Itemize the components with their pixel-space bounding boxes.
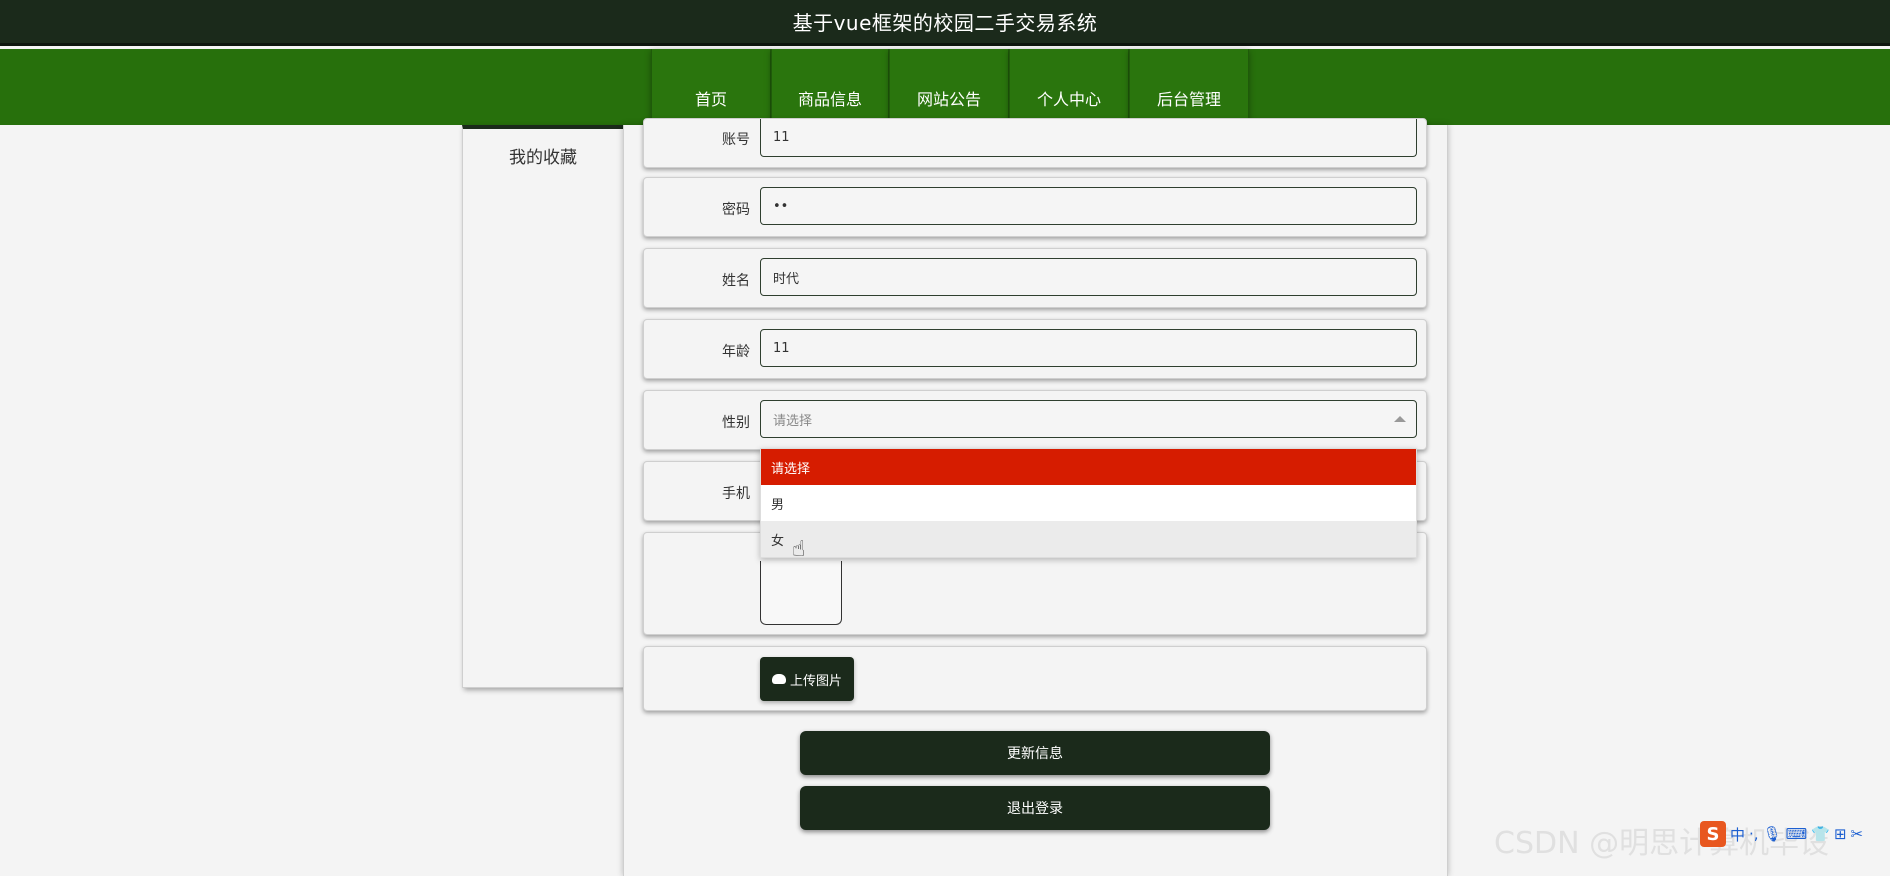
ime-keyboard-icon[interactable]: ⌨ [1786,825,1808,843]
gender-label: 性别 [722,415,750,431]
age-row: 年龄 11 [643,319,1427,379]
nav-item-announcements[interactable]: 网站公告 [889,49,1009,125]
ime-voice-icon[interactable]: 🎙 [1763,825,1782,843]
upload-image-label: 上传图片 [789,673,842,689]
ime-chinese-mode-icon[interactable]: 中 [1730,824,1745,845]
phone-label: 手机 [722,486,750,502]
sidebar: 我的收藏 [462,125,624,688]
update-info-button[interactable]: 更新信息 [800,731,1270,775]
gender-row: 性别 请选择 [643,390,1427,450]
account-label: 账号 [722,132,750,148]
ime-toolbox-icon[interactable]: ⊞ [1834,825,1847,843]
top-header: 基于vue框架的校园二手交易系统 [0,0,1890,46]
name-row: 姓名 时代 [643,248,1427,308]
cloud-upload-icon [771,674,786,684]
password-row: 密码 •• [643,177,1427,237]
gender-option-female[interactable]: 女 [761,521,1416,557]
nav-item-products[interactable]: 商品信息 [771,49,889,125]
password-value: •• [773,198,789,214]
account-row: 账号 11 [643,118,1427,168]
gender-option-male[interactable]: 男 [761,485,1416,521]
gender-placeholder: 请选择 [773,413,813,429]
upload-row: 上传图片 [643,646,1427,711]
main-nav: 首页 商品信息 网站公告 个人中心 后台管理 [0,49,1890,125]
password-label: 密码 [722,202,750,218]
ime-screenshot-icon[interactable]: ✂ [1851,825,1864,843]
name-value: 时代 [773,271,800,287]
hand-cursor-icon: ☝ [792,537,806,562]
age-value: 11 [773,340,790,356]
name-label: 姓名 [722,273,750,289]
age-label: 年龄 [722,344,750,360]
gender-select[interactable]: 请选择 [760,400,1417,438]
avatar-image-preview[interactable] [760,561,842,625]
name-field[interactable]: 时代 [760,258,1417,296]
account-value: 11 [773,130,790,145]
password-field[interactable]: •• [760,187,1417,225]
gender-option-placeholder[interactable]: 请选择 [761,449,1416,485]
gender-dropdown: 请选择 男 女 [760,448,1417,558]
nav-item-user-center[interactable]: 个人中心 [1009,49,1129,125]
site-title: 基于vue框架的校园二手交易系统 [792,11,1098,35]
nav-item-admin[interactable]: 后台管理 [1129,49,1249,125]
account-field[interactable]: 11 [760,119,1417,157]
sogou-ime-icon[interactable]: S [1700,821,1726,847]
chevron-up-icon [1394,416,1406,422]
nav-items: 首页 商品信息 网站公告 个人中心 后台管理 [651,49,1249,125]
ime-skin-icon[interactable]: 👕 [1811,825,1830,843]
ime-punctuation-icon[interactable]: ·, [1749,825,1759,843]
sidebar-item-favorites[interactable]: 我的收藏 [463,143,623,168]
nav-item-home[interactable]: 首页 [651,49,771,125]
upload-image-button[interactable]: 上传图片 [760,657,854,701]
age-field[interactable]: 11 [760,329,1417,367]
logout-button[interactable]: 退出登录 [800,786,1270,830]
ime-toolbar: S 中 ·, 🎙 ⌨ 👕 ⊞ ✂ [1700,820,1863,848]
